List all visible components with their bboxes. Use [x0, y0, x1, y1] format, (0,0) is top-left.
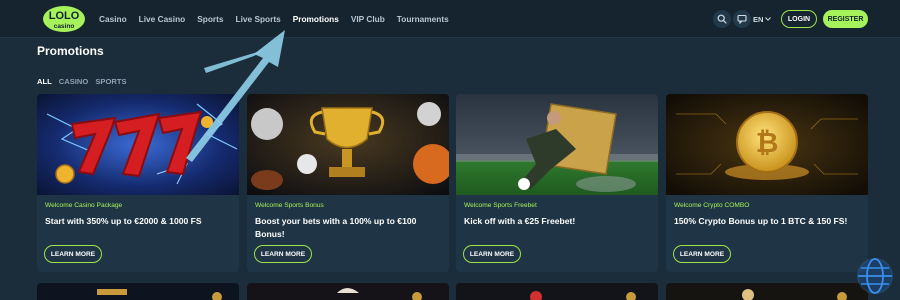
main-nav: Casino Live Casino Sports Live Sports Pr… — [99, 0, 449, 38]
chat-icon — [737, 14, 747, 24]
nav-sports[interactable]: Sports — [197, 14, 223, 24]
promo-filters: ALL CASINO SPORTS — [37, 76, 127, 86]
search-icon — [717, 14, 727, 24]
filter-sports[interactable]: SPORTS — [95, 77, 126, 86]
svg-text:₿: ₿ — [756, 127, 779, 158]
nav-promotions[interactable]: Promotions — [293, 14, 339, 24]
nav-live-casino[interactable]: Live Casino — [139, 14, 186, 24]
promo-card-sports-freebet[interactable]: Welcome Sports Freebet Kick off with a €… — [456, 94, 658, 272]
svg-text:casino: casino — [54, 23, 75, 30]
nav-tournaments[interactable]: Tournaments — [397, 14, 449, 24]
learn-more-button[interactable]: LEARN MORE — [254, 245, 312, 263]
language-label: EN — [753, 14, 764, 24]
promo-card-casino-package[interactable]: Welcome Casino Package Start with 350% u… — [37, 94, 239, 272]
promo-headline: Kick off with a €25 Freebet! — [464, 216, 576, 226]
nav-live-sports[interactable]: Live Sports — [236, 14, 281, 24]
footballer-ticket-art — [456, 94, 658, 195]
globe-icon[interactable] — [855, 256, 895, 296]
filter-all[interactable]: ALL — [37, 77, 52, 86]
page-title: Promotions — [37, 44, 104, 58]
chevron-down-icon — [765, 17, 772, 21]
top-header: LOLO casino Casino Live Casino Sports Li… — [0, 0, 900, 38]
promo-card-sports-bonus[interactable]: Welcome Sports Bonus Boost your bets wit… — [247, 94, 449, 272]
promo-kicker: Welcome Casino Package — [45, 202, 123, 209]
register-button[interactable]: REGISTER — [823, 10, 868, 28]
promo-kicker: Welcome Sports Bonus — [255, 202, 324, 209]
promo-kicker: Welcome Sports Freebet — [464, 202, 537, 209]
bitcoin-coin-art: ₿ — [666, 94, 868, 195]
learn-more-button[interactable]: LEARN MORE — [463, 245, 521, 263]
promo-card-peek[interactable] — [247, 283, 449, 300]
promo-kicker: Welcome Crypto COMBO — [674, 202, 750, 209]
promo-card-peek[interactable] — [37, 283, 239, 300]
learn-more-button[interactable]: LEARN MORE — [673, 245, 731, 263]
promo-card-peek[interactable] — [666, 283, 868, 300]
nav-casino[interactable]: Casino — [99, 14, 127, 24]
gold-trophy-balls-art — [247, 94, 449, 195]
promo-headline: Start with 350% up to €2000 & 1000 FS — [45, 216, 202, 226]
learn-more-button[interactable]: LEARN MORE — [44, 245, 102, 263]
promo-card-peek[interactable] — [456, 283, 658, 300]
filter-casino[interactable]: CASINO — [59, 77, 89, 86]
lolo-casino-logo[interactable]: LOLO casino — [42, 4, 86, 34]
promo-card-crypto-combo[interactable]: ₿ Welcome Crypto COMBO 150% Crypto Bonus… — [666, 94, 868, 272]
login-button[interactable]: LOGIN — [781, 10, 817, 28]
red-sevens-slot-art — [37, 94, 239, 195]
chat-button[interactable] — [733, 10, 751, 28]
svg-text:LOLO: LOLO — [49, 10, 80, 22]
language-selector[interactable]: EN — [753, 11, 772, 27]
promo-headline: 150% Crypto Bonus up to 1 BTC & 150 FS! — [674, 216, 848, 226]
search-button[interactable] — [713, 10, 731, 28]
promo-headline: Boost your bets with a 100% up to €100 B… — [255, 216, 417, 239]
nav-vip-club[interactable]: VIP Club — [351, 14, 385, 24]
